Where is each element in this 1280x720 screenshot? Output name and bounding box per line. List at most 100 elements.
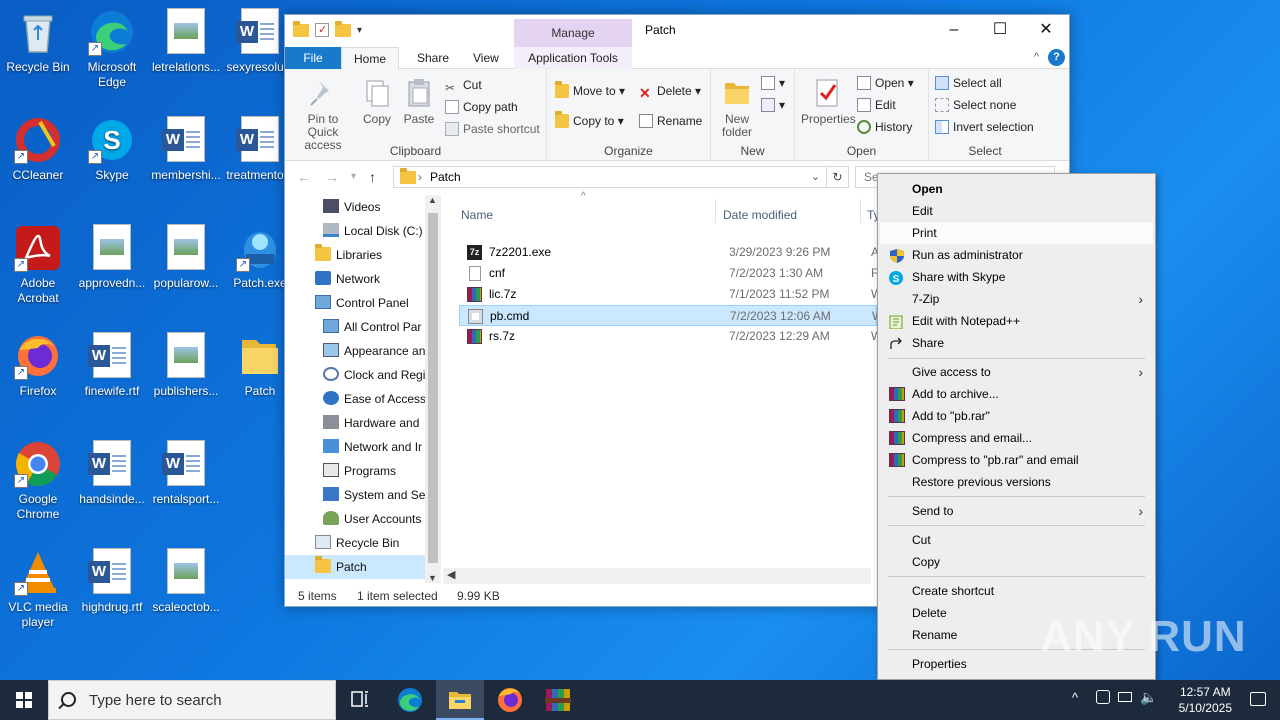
maximize-button[interactable]: ☐	[977, 15, 1023, 45]
taskbar-winrar[interactable]	[534, 680, 582, 720]
desktop-icon-vlc[interactable]: ↗ VLC media player	[0, 548, 76, 630]
nav-item-user-accounts[interactable]: User Accounts	[285, 507, 425, 531]
nav-item-all-control-panel[interactable]: All Control Par	[285, 315, 425, 339]
paste-shortcut-button[interactable]: Paste shortcut	[445, 119, 540, 139]
network-icon[interactable]	[1118, 692, 1132, 702]
clock[interactable]: 12:57 AM 5/10/2025	[1179, 684, 1232, 716]
close-button[interactable]: ✕	[1023, 15, 1069, 45]
nav-item-appearance[interactable]: Appearance an	[285, 339, 425, 363]
nav-item-system-security[interactable]: System and Sec	[285, 483, 431, 507]
tab-home[interactable]: Home	[341, 47, 400, 70]
desktop-icon-membershi[interactable]: W membershi...	[148, 116, 224, 183]
menu-item-share[interactable]: Share	[880, 332, 1153, 354]
desktop-icon-microsoft-edge[interactable]: ↗ Microsoft Edge	[74, 8, 150, 90]
easy-access-button[interactable]: ▾	[761, 95, 785, 115]
edit-button[interactable]: Edit	[857, 95, 896, 115]
menu-item-send-to[interactable]: Send to ›	[880, 500, 1153, 522]
new-folder-button[interactable]: New folder	[715, 77, 759, 139]
menu-item-compress-and-email[interactable]: Compress and email...	[880, 427, 1153, 449]
select-all-button[interactable]: Select all	[935, 73, 1002, 93]
tab-view[interactable]: View	[461, 47, 511, 69]
scroll-up-icon[interactable]: ▲	[428, 195, 437, 205]
copy-button[interactable]: Copy	[359, 77, 395, 126]
column-header-date[interactable]: Date modified	[723, 203, 797, 227]
history-button[interactable]: History	[857, 117, 912, 137]
back-arrow-icon[interactable]: ←	[297, 169, 311, 185]
navigation-scrollbar[interactable]: ▲ ▼	[425, 195, 441, 583]
breadcrumb-patch[interactable]: Patch	[430, 170, 461, 184]
menu-item-share-with-skype[interactable]: S Share with Skype	[880, 266, 1153, 288]
file-row[interactable]: 7z 7z2201.exe 3/29/2023 9:26 PM Ap	[459, 242, 886, 263]
nav-item-libraries[interactable]: Libraries	[285, 243, 425, 267]
nav-item-recycle-bin[interactable]: Recycle Bin	[285, 531, 425, 555]
collapse-ribbon-icon[interactable]: ^	[1034, 51, 1039, 63]
recent-locations-icon[interactable]: ▾	[351, 171, 356, 182]
menu-item-print[interactable]: Print	[880, 222, 1153, 244]
file-row-selected[interactable]: pb.cmd 7/2/2023 12:06 AM W	[459, 305, 883, 326]
desktop-icon-highdrug[interactable]: W highdrug.rtf	[74, 548, 150, 615]
column-divider[interactable]	[860, 199, 861, 223]
desktop-icon-google-chrome[interactable]: ↗ Google Chrome	[0, 440, 76, 522]
nav-item-videos[interactable]: Videos	[285, 195, 425, 219]
tab-application-tools[interactable]: Application Tools	[514, 47, 632, 69]
desktop-icon-firefox[interactable]: ↗ Firefox	[0, 332, 76, 399]
menu-item-cut[interactable]: Cut	[880, 529, 1153, 551]
start-button[interactable]	[0, 680, 48, 720]
paste-button[interactable]: Paste	[401, 77, 437, 126]
properties-button[interactable]: Properties	[801, 77, 856, 126]
menu-item-add-to-pb-rar[interactable]: Add to "pb.rar"	[880, 405, 1153, 427]
column-divider[interactable]	[715, 199, 716, 223]
horizontal-scrollbar[interactable]: ◀	[443, 568, 871, 584]
invert-selection-button[interactable]: Invert selection	[935, 117, 1034, 137]
nav-item-local-disk[interactable]: Local Disk (C:)	[285, 219, 425, 243]
desktop-icon-skype[interactable]: S ↗ Skype	[74, 116, 150, 183]
desktop-icon-scaleoctob[interactable]: scaleoctob...	[148, 548, 224, 615]
column-header-name[interactable]: Name	[461, 203, 493, 227]
scrollbar-thumb[interactable]	[428, 213, 438, 563]
new-folder-icon[interactable]	[335, 20, 351, 37]
menu-item-copy[interactable]: Copy	[880, 551, 1153, 573]
notifications-icon[interactable]	[1250, 692, 1266, 706]
nav-item-control-panel[interactable]: Control Panel	[285, 291, 425, 315]
menu-item-compress-to-pb-rar-and-email[interactable]: Compress to "pb.rar" and email	[880, 449, 1153, 471]
nav-item-patch[interactable]: Patch	[285, 555, 425, 579]
nav-item-hardware[interactable]: Hardware and	[285, 411, 425, 435]
copy-path-button[interactable]: Copy path	[445, 97, 518, 117]
desktop-icon-letrelations[interactable]: letrelations...	[148, 8, 224, 75]
desktop-icon-recycle-bin[interactable]: Recycle Bin	[0, 8, 76, 75]
desktop-icon-rentalsport[interactable]: W rentalsport...	[148, 440, 224, 507]
nav-item-network-internet[interactable]: Network and Ir	[285, 435, 425, 459]
menu-item-7zip[interactable]: 7-Zip ›	[880, 288, 1153, 310]
desktop-icon-publishers[interactable]: publishers...	[148, 332, 224, 399]
taskbar-edge[interactable]	[386, 680, 434, 720]
cut-button[interactable]: ✂ Cut	[445, 75, 482, 95]
rename-button[interactable]: Rename	[639, 111, 702, 131]
menu-item-create-shortcut[interactable]: Create shortcut	[880, 580, 1153, 602]
tab-share[interactable]: Share	[405, 47, 461, 69]
qat-dropdown-icon[interactable]: ▾	[357, 25, 362, 36]
file-row[interactable]: lic.7z 7/1/2023 11:52 PM W	[459, 284, 882, 305]
address-dropdown-icon[interactable]: ⌄	[811, 170, 820, 183]
nav-item-ease-of-access[interactable]: Ease of Access	[285, 387, 426, 411]
taskbar-search-box[interactable]: Type here to search	[48, 680, 336, 720]
up-arrow-icon[interactable]: ↑	[369, 169, 376, 185]
menu-item-give-access-to[interactable]: Give access to ›	[880, 361, 1153, 383]
copy-to-button[interactable]: Copy to ▾	[555, 111, 624, 131]
file-row[interactable]: rs.7z 7/2/2023 12:29 AM W	[459, 326, 882, 347]
help-icon[interactable]: ?	[1048, 49, 1065, 66]
delete-button[interactable]: ✕ Delete ▾	[639, 81, 701, 101]
volume-icon[interactable]: 🔈	[1140, 689, 1157, 706]
forward-arrow-icon[interactable]: →	[325, 169, 339, 185]
task-view-button[interactable]	[336, 680, 384, 720]
file-row[interactable]: cnf 7/2/2023 1:30 AM Fil	[459, 263, 884, 284]
desktop-icon-finewife[interactable]: W finewife.rtf	[74, 332, 150, 399]
nav-item-clock-region[interactable]: Clock and Regi	[285, 363, 425, 387]
refresh-button[interactable]: ↻	[827, 166, 849, 188]
menu-item-restore-previous-versions[interactable]: Restore previous versions	[880, 471, 1153, 493]
menu-item-add-to-archive[interactable]: Add to archive...	[880, 383, 1153, 405]
minimize-button[interactable]: –	[931, 15, 977, 45]
desktop-icon-approvedn[interactable]: approvedn...	[74, 224, 150, 291]
taskbar-firefox[interactable]	[486, 680, 534, 720]
scroll-left-icon[interactable]: ◀	[447, 568, 455, 581]
open-button[interactable]: Open ▾	[857, 73, 914, 93]
